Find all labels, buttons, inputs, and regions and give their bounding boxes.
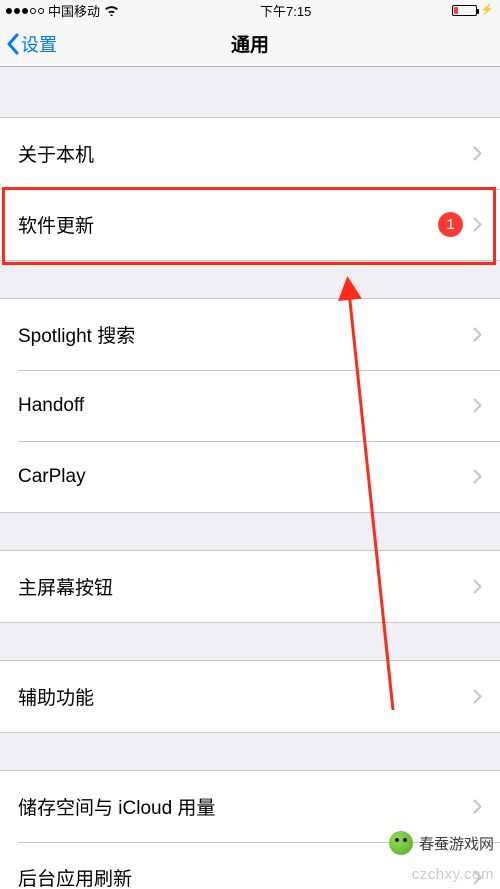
wifi-icon — [104, 5, 119, 16]
row-about[interactable]: 关于本机 — [0, 118, 500, 189]
row-label: 储存空间与 iCloud 用量 — [18, 793, 473, 820]
row-label: Spotlight 搜索 — [18, 321, 473, 348]
status-bar: 中国移动 下午7:15 ⚡ — [0, 0, 500, 21]
row-spotlight[interactable]: Spotlight 搜索 — [0, 299, 500, 370]
back-label: 设置 — [21, 31, 57, 57]
row-label: 后台应用刷新 — [18, 864, 473, 889]
page-title: 通用 — [0, 30, 500, 57]
bug-icon — [389, 831, 413, 855]
row-carplay[interactable]: CarPlay — [0, 441, 500, 512]
row-label: Handoff — [18, 395, 473, 417]
row-software-update[interactable]: 软件更新 1 — [0, 189, 500, 260]
watermark-text-1: 春蚕游戏网 — [419, 833, 494, 854]
status-right: ⚡ — [452, 5, 494, 16]
nav-bar: 设置 通用 — [0, 21, 500, 67]
chevron-right-icon — [473, 689, 482, 704]
chevron-right-icon — [473, 579, 482, 594]
settings-group-1: 关于本机 软件更新 1 — [0, 117, 500, 261]
settings-group-4: 辅助功能 — [0, 660, 500, 733]
watermark-logo: 春蚕游戏网 — [389, 831, 494, 855]
chevron-right-icon — [473, 799, 482, 814]
chevron-right-icon — [473, 469, 482, 484]
battery-icon — [452, 5, 477, 16]
signal-strength-icon — [6, 8, 44, 14]
status-time: 下午7:15 — [260, 1, 311, 20]
row-label: CarPlay — [18, 466, 473, 488]
settings-group-3: 主屏幕按钮 — [0, 550, 500, 623]
row-label: 主屏幕按钮 — [18, 573, 473, 600]
row-label: 关于本机 — [18, 140, 473, 167]
carrier-label: 中国移动 — [48, 1, 100, 20]
row-label: 辅助功能 — [18, 683, 473, 710]
chevron-left-icon — [6, 33, 19, 55]
settings-group-2: Spotlight 搜索 Handoff CarPlay — [0, 298, 500, 513]
row-handoff[interactable]: Handoff — [0, 370, 500, 441]
chevron-right-icon — [473, 217, 482, 232]
row-accessibility[interactable]: 辅助功能 — [0, 661, 500, 732]
back-button[interactable]: 设置 — [0, 31, 57, 57]
chevron-right-icon — [473, 327, 482, 342]
charging-icon: ⚡ — [480, 5, 494, 16]
status-left: 中国移动 — [6, 1, 119, 20]
chevron-right-icon — [473, 398, 482, 413]
row-label: 软件更新 — [18, 211, 438, 238]
row-home-button[interactable]: 主屏幕按钮 — [0, 551, 500, 622]
update-badge: 1 — [438, 212, 463, 237]
watermark-text-2: czchxy.com — [412, 866, 494, 883]
chevron-right-icon — [473, 146, 482, 161]
